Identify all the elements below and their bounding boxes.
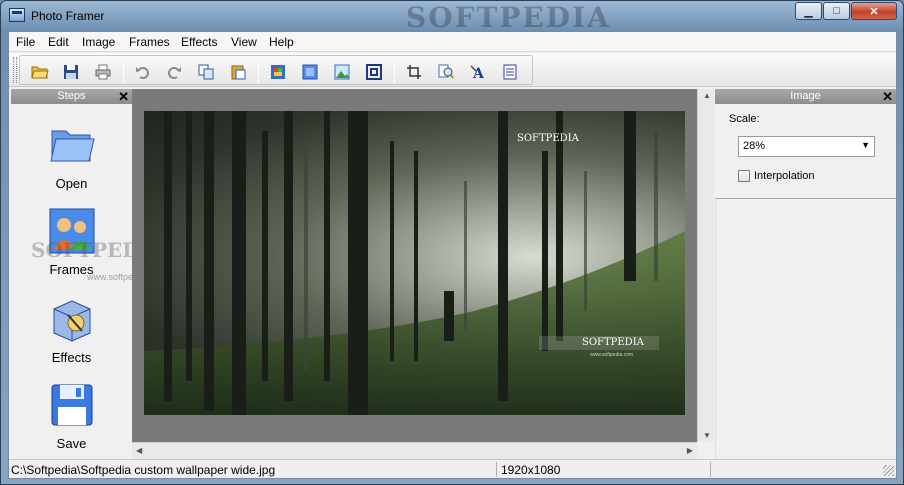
horizontal-scrollbar[interactable]: ◀ ▶ bbox=[132, 442, 697, 459]
scroll-down-arrow[interactable]: ▼ bbox=[703, 431, 711, 440]
maximize-button[interactable]: □ bbox=[823, 2, 850, 20]
paste-icon[interactable] bbox=[228, 62, 248, 82]
status-divider bbox=[710, 462, 711, 477]
minimize-button[interactable]: ▁ bbox=[795, 2, 822, 20]
image-panel-empty-area bbox=[715, 200, 896, 459]
crop-icon[interactable] bbox=[404, 62, 424, 82]
vertical-scrollbar[interactable]: ▲ ▼ bbox=[697, 89, 714, 442]
app-window: Photo Framer SOFTPEDIA ▁ □ ✕ File Edit I… bbox=[0, 0, 904, 485]
image-panel-close-button[interactable]: ✕ bbox=[882, 89, 893, 104]
app-icon bbox=[9, 8, 25, 22]
status-bar: C:\Softpedia\Softpedia custom wallpaper … bbox=[9, 459, 896, 478]
step-save[interactable]: Save bbox=[11, 381, 132, 451]
status-divider bbox=[496, 462, 497, 477]
steps-panel-title: Steps bbox=[57, 90, 86, 102]
frame-border-icon[interactable] bbox=[364, 62, 384, 82]
photo-preview[interactable]: SOFTPEDIA SOFTPEDIA www.softpedia.com bbox=[144, 111, 685, 415]
status-dimensions: 1920x1080 bbox=[501, 463, 561, 477]
image-panel: Image ✕ Scale: 28% ▼ Interpolation bbox=[715, 89, 896, 199]
title-watermark: SOFTPEDIA bbox=[406, 1, 611, 34]
menu-frames[interactable]: Frames bbox=[129, 34, 170, 50]
menu-edit[interactable]: Edit bbox=[48, 34, 69, 50]
photo-watermark-top: SOFTPEDIA bbox=[517, 133, 579, 144]
print-icon[interactable] bbox=[93, 62, 113, 82]
step-open-label: Open bbox=[55, 176, 88, 191]
folder-icon bbox=[49, 130, 95, 162]
status-file-path: C:\Softpedia\Softpedia custom wallpaper … bbox=[11, 463, 276, 477]
interpolation-checkbox[interactable]: Interpolation bbox=[738, 170, 815, 182]
zoom-icon[interactable] bbox=[436, 62, 456, 82]
menu-view[interactable]: View bbox=[231, 34, 257, 50]
scale-label: Scale: bbox=[729, 113, 760, 125]
frame-color-icon[interactable] bbox=[268, 62, 288, 82]
window-title: Photo Framer bbox=[31, 9, 105, 23]
toolbar-panel: A bbox=[19, 55, 533, 85]
image-panel-title: Image bbox=[790, 90, 821, 102]
copy-icon[interactable] bbox=[196, 62, 216, 82]
redo-icon[interactable] bbox=[164, 62, 184, 82]
step-open[interactable]: Open bbox=[11, 121, 132, 191]
steps-close-button[interactable]: ✕ bbox=[118, 89, 129, 104]
step-effects[interactable]: Effects bbox=[11, 295, 132, 365]
undo-icon[interactable] bbox=[133, 62, 153, 82]
image-panel-header: Image ✕ bbox=[715, 89, 896, 104]
scale-select[interactable]: 28% ▼ bbox=[738, 136, 875, 157]
save-disk-icon[interactable] bbox=[61, 62, 81, 82]
effects-box-icon bbox=[53, 300, 90, 342]
resize-grip[interactable] bbox=[883, 465, 894, 476]
toolbar-separator bbox=[123, 61, 124, 83]
toolbar-grip[interactable] bbox=[13, 57, 17, 83]
steps-panel-header: Steps ✕ bbox=[11, 89, 132, 104]
scroll-left-arrow[interactable]: ◀ bbox=[136, 446, 142, 455]
interpolation-checkbox-box[interactable] bbox=[738, 170, 750, 182]
step-effects-label: Effects bbox=[51, 350, 92, 365]
title-bar[interactable]: Photo Framer SOFTPEDIA ▁ □ ✕ bbox=[1, 1, 903, 34]
client-area: File Edit Image Frames Effects View Help bbox=[8, 31, 897, 479]
photo-watermark-sub: www.softpedia.com bbox=[590, 352, 634, 358]
menu-help[interactable]: Help bbox=[269, 34, 294, 50]
chevron-down-icon[interactable]: ▼ bbox=[861, 140, 870, 150]
open-folder-icon[interactable] bbox=[30, 62, 50, 82]
list-icon[interactable] bbox=[500, 62, 520, 82]
menu-image[interactable]: Image bbox=[82, 34, 115, 50]
scroll-up-arrow[interactable]: ▲ bbox=[703, 91, 711, 100]
toolbar: A bbox=[9, 53, 896, 87]
image-canvas[interactable]: SOFTPEDIA SOFTPEDIA www.softpedia.com ▲ … bbox=[132, 89, 714, 442]
menu-bar: File Edit Image Frames Effects View Help bbox=[9, 32, 896, 52]
menu-file[interactable]: File bbox=[16, 34, 35, 50]
image-icon[interactable] bbox=[332, 62, 352, 82]
toolbar-separator bbox=[258, 61, 259, 83]
frame-blue-icon[interactable] bbox=[300, 62, 320, 82]
interpolation-label: Interpolation bbox=[754, 170, 815, 182]
step-save-label: Save bbox=[56, 436, 87, 451]
text-icon[interactable]: A bbox=[468, 62, 488, 82]
photo-watermark-bottom: SOFTPEDIA bbox=[582, 337, 644, 348]
floppy-disk-icon bbox=[51, 384, 92, 426]
forest-photo bbox=[144, 111, 685, 415]
close-button[interactable]: ✕ bbox=[851, 2, 897, 20]
scale-value: 28% bbox=[743, 140, 766, 152]
toolbar-separator bbox=[394, 61, 395, 83]
menu-effects[interactable]: Effects bbox=[181, 34, 217, 50]
scroll-right-arrow[interactable]: ▶ bbox=[687, 446, 693, 455]
